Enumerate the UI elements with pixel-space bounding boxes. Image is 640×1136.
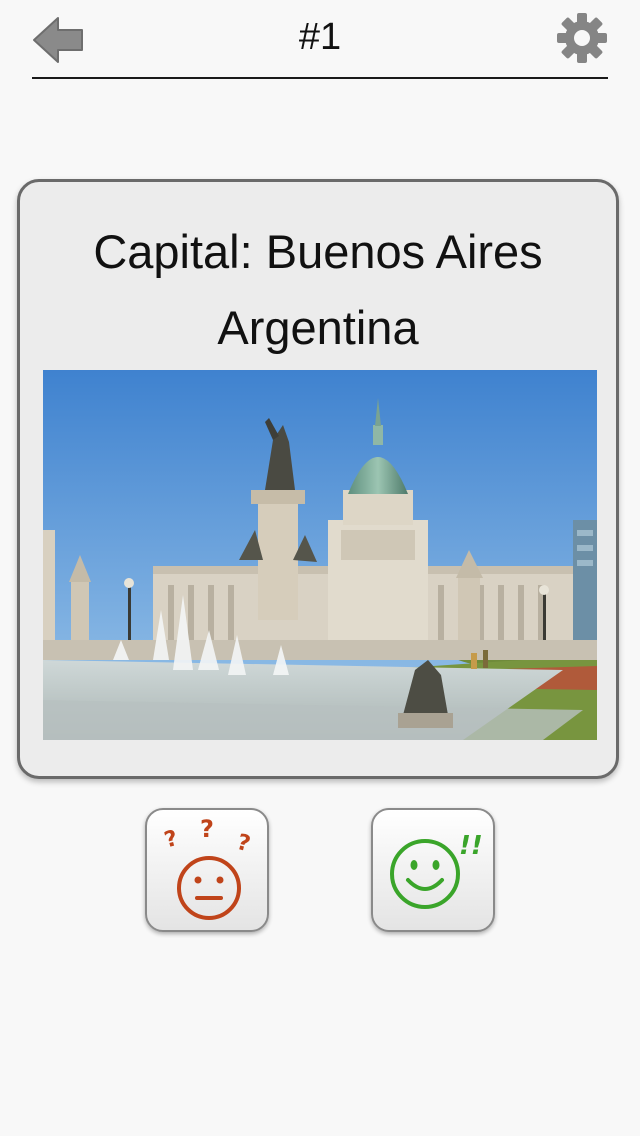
svg-text:?: ?	[162, 826, 181, 853]
page-title: #1	[298, 16, 342, 58]
landmark-photo	[43, 370, 597, 740]
header-divider	[32, 77, 608, 79]
svg-text:?: ?	[234, 830, 253, 857]
know-it-button[interactable]: !!	[371, 808, 495, 932]
svg-text:?: ?	[200, 815, 214, 843]
smiling-face-icon: !!	[390, 831, 483, 909]
svg-text:!!: !!	[459, 831, 483, 861]
gear-icon	[557, 13, 607, 63]
puzzled-face-icon: ? ? ?	[162, 815, 253, 920]
settings-button[interactable]	[554, 10, 610, 66]
flashcard: Capital: Buenos Aires Argentina	[17, 179, 619, 779]
dont-know-button[interactable]: ? ? ?	[145, 808, 269, 932]
answer-text: Argentina	[217, 301, 419, 354]
header: #1	[0, 0, 640, 80]
question-text: Capital: Buenos Aires	[93, 225, 543, 278]
